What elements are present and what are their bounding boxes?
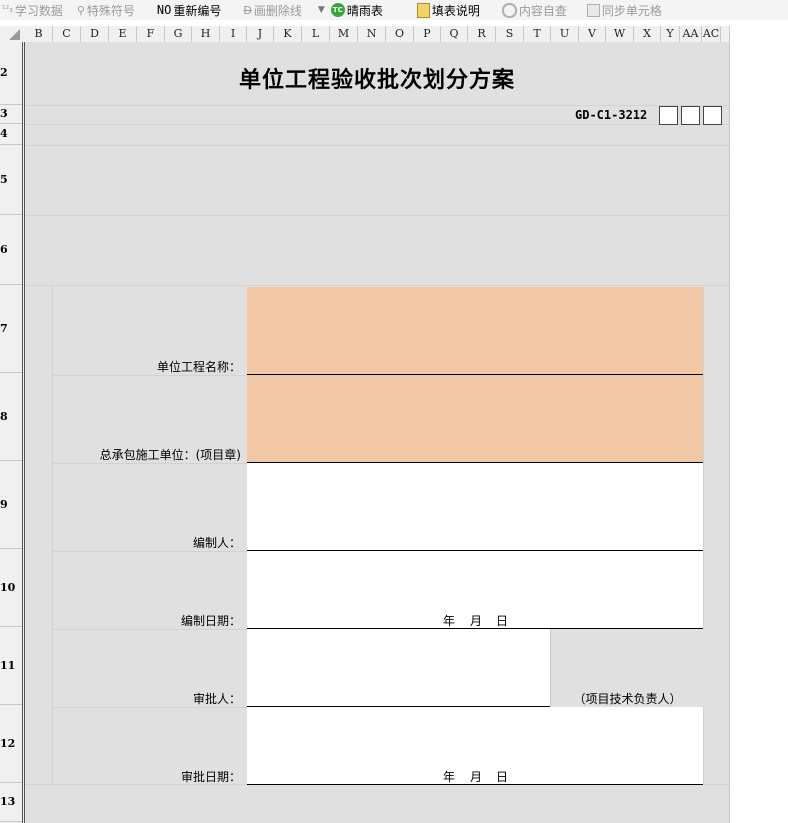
document-title: 单位工程验收批次划分方案 [238,68,515,93]
row-header-3[interactable]: 3 [0,105,22,124]
learn-data-button[interactable]: ¹²₃ 学习数据 [2,0,63,20]
column-header-n[interactable]: N [358,26,386,42]
sync-cell-icon [586,3,600,17]
column-header-q[interactable]: Q [441,26,468,42]
weather-table-button[interactable]: TC 晴雨表 [330,0,383,20]
column-header-h[interactable]: H [192,26,220,42]
column-header-k[interactable]: K [274,26,302,42]
column-header-p[interactable]: P [414,26,441,42]
select-all-corner[interactable] [0,26,22,42]
column-header-v[interactable]: V [579,26,606,42]
column-header-i[interactable]: I [220,26,247,42]
preparer-label: 编制人： [192,536,241,550]
column-header-j[interactable]: J [247,26,274,42]
project-name-field[interactable] [247,287,703,375]
prepare-date-label: 编制日期： [180,614,241,628]
column-header-s[interactable]: S [496,26,524,42]
contractor-field[interactable] [247,375,703,463]
code-box-3[interactable] [703,106,722,125]
column-header-e[interactable]: E [109,26,137,42]
123-icon: ¹²₃ [2,5,13,15]
approve-year: 年 [443,770,456,784]
row-header: 2 3 4 5 6 7 8 9 10 11 12 13 [0,42,25,823]
approve-date-label: 审批日期： [180,770,241,784]
special-symbol-button[interactable]: ⚲ 特殊符号 [77,0,135,20]
column-header-y[interactable]: Y [661,26,680,42]
row-header-4[interactable]: 4 [0,124,22,145]
sheet-right-margin [729,26,788,823]
column-header-m[interactable]: M [330,26,358,42]
column-header-l[interactable]: L [302,26,330,42]
code-box-1[interactable] [659,106,678,125]
row-header-2[interactable]: 2 [0,42,22,105]
form-note-label: 填表说明 [431,3,480,18]
special-symbol-label: 特殊符号 [86,3,135,18]
renumber-button[interactable]: NO 重新编号 [157,0,221,20]
approve-day: 日 [496,770,509,784]
magnifier-icon [501,2,517,18]
column-header-f[interactable]: F [137,26,165,42]
row-header-13[interactable]: 13 [0,783,22,822]
row-header-10[interactable]: 10 [0,549,22,627]
column-header-u[interactable]: U [551,26,579,42]
weather-icon: TC [330,3,345,17]
row-header-5[interactable]: 5 [0,145,22,215]
strikethrough-button[interactable]: D 画删除线 [243,0,302,20]
chevron-down-icon[interactable]: ▼ [318,5,325,15]
column-header-x[interactable]: X [634,26,661,42]
column-header-g[interactable]: G [165,26,192,42]
column-header-b[interactable]: B [25,26,53,42]
form-note-button[interactable]: 填表说明 [416,0,480,20]
column-header-aa[interactable]: AA [680,26,702,42]
form-note-icon [416,2,430,18]
row-header-9[interactable]: 9 [0,461,22,549]
approver-field[interactable] [247,629,550,707]
prepare-year: 年 [443,614,456,628]
toolbar: ¹²₃ 学习数据 ⚲ 特殊符号 NO 重新编号 D 画删除线 ▼ TC 晴雨表 … [0,0,788,20]
row-header-11[interactable]: 11 [0,627,22,705]
approve-month: 月 [470,770,483,784]
column-header-r[interactable]: R [468,26,496,42]
sync-cell-label: 同步单元格 [601,3,662,18]
weather-table-label: 晴雨表 [346,3,383,18]
self-check-button[interactable]: 内容自查 [501,0,567,20]
tech-lead-note: （项目技术负责人） [573,692,682,706]
row-header-6[interactable]: 6 [0,215,22,285]
row-header-12[interactable]: 12 [0,705,22,783]
sync-cell-button[interactable]: 同步单元格 [586,0,662,20]
learn-data-label: 学习数据 [14,3,63,18]
project-name-label: 单位工程名称： [156,360,241,374]
special-symbol-icon: ⚲ [76,3,85,17]
worksheet[interactable]: 单位工程验收批次划分方案 GD-C1-3212 单位工程名称： 总承包施工单位：… [25,42,729,823]
tech-lead-cell: （项目技术负责人） [550,629,704,706]
strikethrough-label: 画删除线 [253,3,302,18]
approver-label: 审批人： [192,692,241,706]
contractor-label: 总承包施工单位：(项目章) [99,448,241,462]
column-header-t[interactable]: T [524,26,551,42]
code-box-2[interactable] [681,106,700,125]
row-header-7[interactable]: 7 [0,285,22,373]
prepare-month: 月 [470,614,483,628]
no-icon: NO [156,3,172,17]
self-check-label: 内容自查 [518,3,567,18]
column-header-c[interactable]: C [53,26,81,42]
column-header-w[interactable]: W [606,26,634,42]
column-header-d[interactable]: D [81,26,109,42]
preparer-field[interactable] [247,463,703,551]
column-header: B C D E F G H I J K L M N O P Q R S T U V W X Y AA AC [0,26,729,43]
prepare-day: 日 [496,614,509,628]
row-header-8[interactable]: 8 [0,373,22,461]
renumber-label: 重新编号 [173,3,222,18]
column-header-o[interactable]: O [386,26,414,42]
document-code: GD-C1-3212 [575,108,648,122]
strikethrough-icon: D [243,3,252,17]
column-header-ac[interactable]: AC [702,26,721,42]
